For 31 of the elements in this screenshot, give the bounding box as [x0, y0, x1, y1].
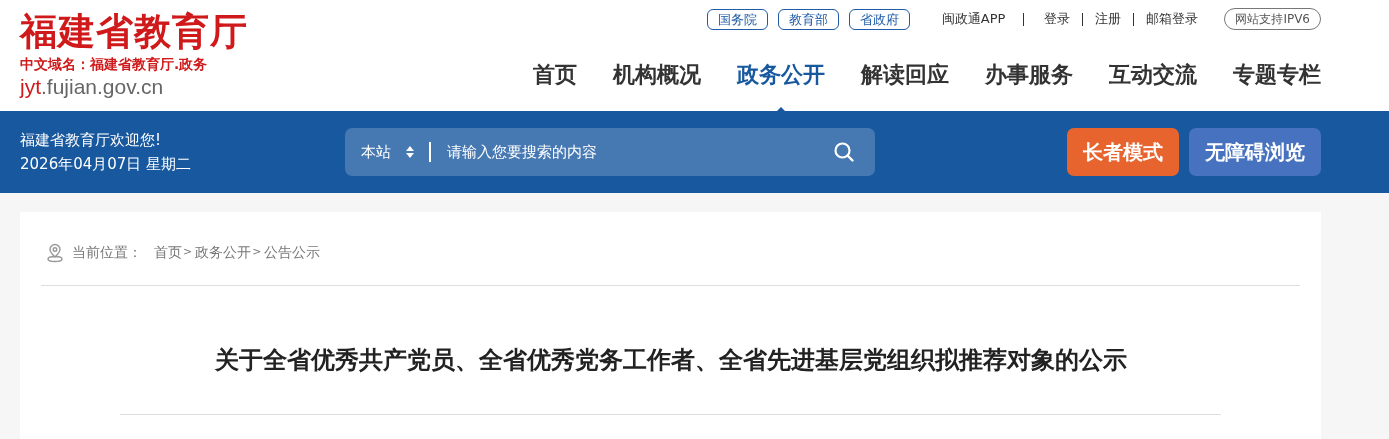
account-link[interactable]: 邮箱登录: [1146, 9, 1199, 29]
app-link[interactable]: 闽政通APP: [941, 9, 1006, 29]
account-link[interactable]: 注册: [1095, 9, 1122, 29]
site-title: 福建省教育厅: [20, 13, 248, 50]
nav-tab[interactable]: 办事服务: [985, 58, 1073, 91]
breadcrumb-link[interactable]: 公告公示: [264, 242, 321, 263]
breadcrumb-separator: >: [183, 244, 193, 261]
nav-tab[interactable]: 专题专栏: [1233, 58, 1321, 91]
site-url: jyt.fujian.gov.cn: [20, 75, 165, 97]
gov-link[interactable]: 国务院: [706, 8, 768, 30]
account-link[interactable]: 登录: [1044, 9, 1071, 29]
accessibility-button[interactable]: 无障碍浏览: [1189, 128, 1321, 176]
breadcrumb-separator: >: [252, 244, 262, 261]
gov-link[interactable]: 省政府: [848, 8, 910, 30]
nav-tab[interactable]: 互动交流: [1109, 58, 1197, 91]
nav-tab[interactable]: 机构概况: [613, 58, 701, 91]
location-icon: [46, 242, 64, 263]
date-text: 2026年04月07日 星期二: [20, 154, 192, 175]
breadcrumb-link[interactable]: 政务公开: [195, 242, 252, 263]
scope-select[interactable]: 本站: [361, 140, 416, 164]
article-title: 关于全省优秀共产党员、全省优秀党务工作者、全省先进基层党组织拟推荐对象的公示: [213, 345, 1128, 376]
gov-link[interactable]: 教育部: [777, 8, 839, 30]
breadcrumb-link[interactable]: 首页: [154, 242, 182, 263]
sort-arrows-icon: [405, 145, 416, 159]
breadcrumb-label: 当前位置：: [72, 243, 142, 262]
nav-tab[interactable]: 解读回应: [861, 58, 949, 91]
search-bar[interactable]: 本站 请输入您要搜索的内容: [345, 128, 876, 176]
nav-tab[interactable]: 首页: [533, 58, 577, 91]
welcome-text: 福建省教育厅欢迎您!: [20, 130, 162, 151]
domain-name-text: 中文域名：福建省教育厅.政务: [20, 58, 209, 72]
search-icon[interactable]: [833, 141, 856, 163]
